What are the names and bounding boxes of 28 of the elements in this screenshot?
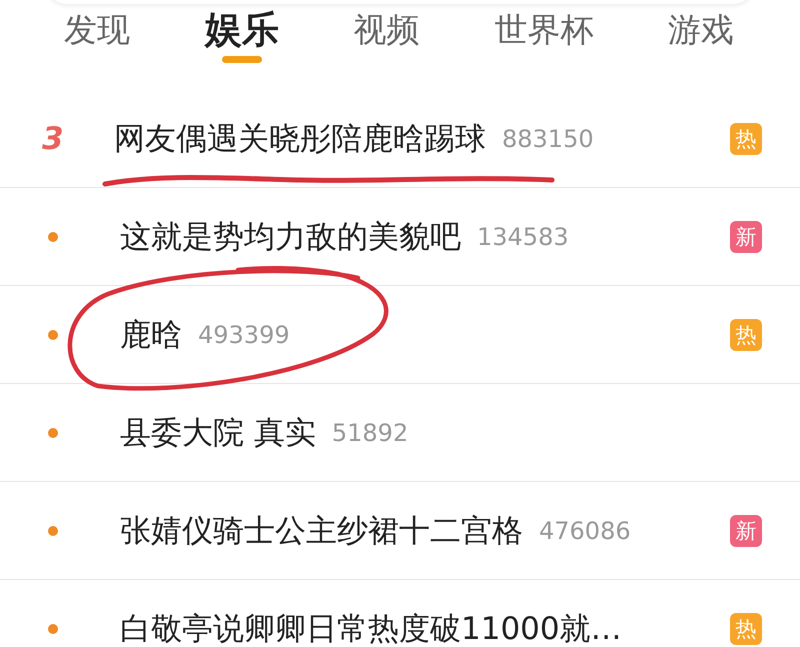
topic-title[interactable]: 张婧仪骑士公主纱裙十二宫格 xyxy=(120,510,523,552)
topic-badge: 热 xyxy=(730,122,762,154)
topic-title[interactable]: 鹿晗 xyxy=(120,314,182,356)
bullet-dot xyxy=(48,232,58,242)
rank-number: 3 xyxy=(41,120,65,156)
topic-badge: 热 xyxy=(730,612,762,644)
topic-badge: 新 xyxy=(730,220,762,252)
bullet-dot xyxy=(48,526,58,536)
topic-badge: 热 xyxy=(730,318,762,350)
topic-title[interactable]: 白敬亭说卿卿日常热度破11000就… xyxy=(120,608,622,647)
category-tab[interactable]: 视频 xyxy=(354,4,420,54)
bullet-dot xyxy=(48,428,58,438)
heat-count: 476086 xyxy=(539,516,631,544)
topic-badge: 新 xyxy=(730,514,762,546)
heat-count: 883150 xyxy=(502,124,594,152)
bullet-dot xyxy=(48,330,58,340)
category-tab[interactable]: 娱乐 xyxy=(204,4,279,63)
heat-count: 493399 xyxy=(198,320,290,348)
topic-title[interactable]: 县委大院 真实 xyxy=(120,412,316,454)
category-tab[interactable]: 世界杯 xyxy=(494,4,594,54)
topic-title[interactable]: 这就是势均力敌的美貌吧 xyxy=(120,216,461,258)
heat-count: 134583 xyxy=(477,222,569,250)
bullet-dot xyxy=(48,624,58,634)
topic-title[interactable]: 网友偶遇关晓彤陪鹿晗踢球 xyxy=(114,118,486,160)
heat-count: 51892 xyxy=(332,418,408,446)
tab-indicator xyxy=(222,56,262,63)
category-tab[interactable]: 游戏 xyxy=(668,4,734,54)
category-tab[interactable]: 发现 xyxy=(64,4,130,54)
